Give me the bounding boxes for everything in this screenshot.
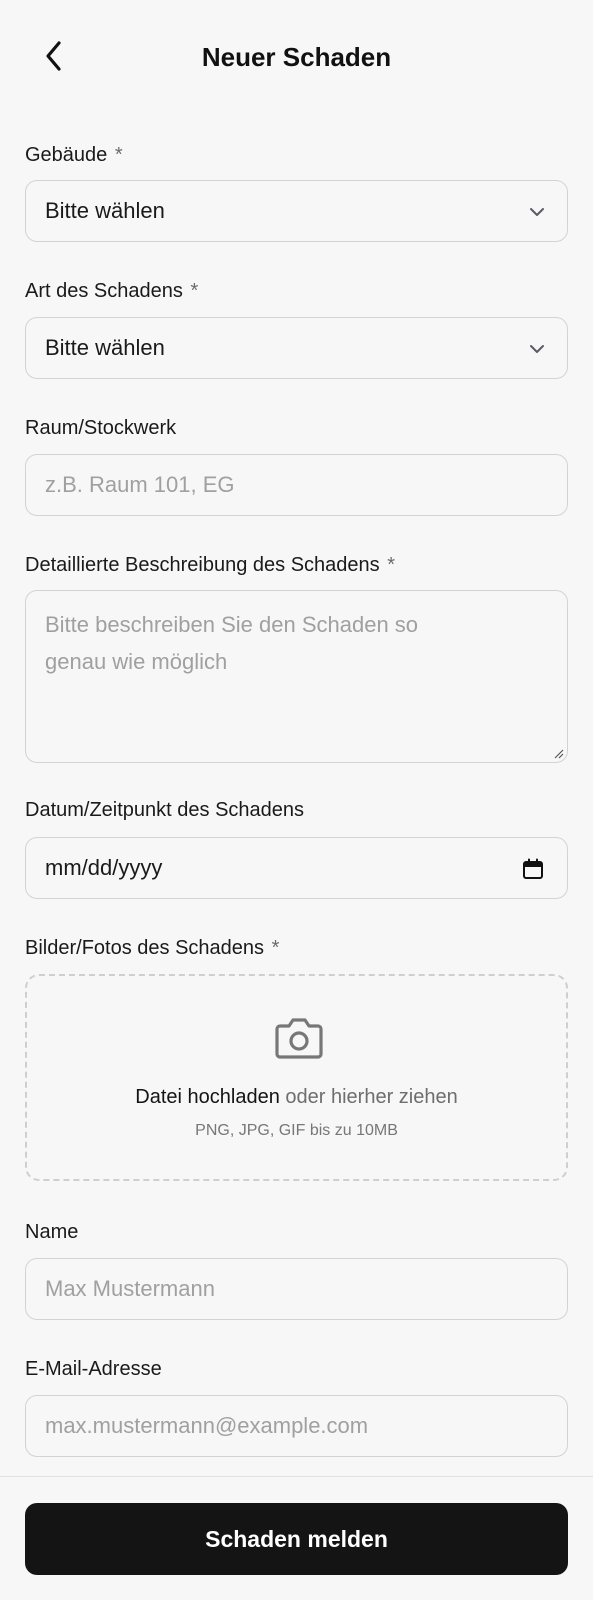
damage-type-select-value: Bitte wählen [45, 335, 165, 360]
required-marker: * [387, 554, 396, 576]
description-textarea[interactable]: Bitte beschreiben Sie den Schaden so gen… [25, 590, 568, 763]
footer: Schaden melden [0, 1476, 593, 1600]
required-marker: * [271, 937, 280, 959]
upload-file-link[interactable]: Datei hochladen [135, 1086, 280, 1108]
name-input-placeholder: Max Mustermann [45, 1276, 215, 1301]
room-input[interactable]: z.B. Raum 101, EG [25, 454, 568, 516]
header: Neuer Schaden [0, 0, 593, 116]
email-input-placeholder: max.mustermann@example.com [45, 1413, 369, 1438]
room-label: Raum/Stockwerk [25, 417, 176, 440]
new-damage-page: Neuer Schaden Gebäude * Bitte wählen Art… [0, 0, 593, 1600]
date-input-value: mm/dd/yyyy [45, 855, 163, 880]
building-label-text: Gebäude [25, 144, 108, 166]
photo-dropzone[interactable]: Datei hochladen oder hierher ziehen PNG,… [25, 974, 568, 1181]
description-placeholder-line1: Bitte beschreiben Sie den Schaden so [45, 612, 419, 637]
description-label: Detaillierte Beschreibung des Schadens * [25, 554, 395, 577]
description-placeholder-line2: genau wie möglich [45, 649, 228, 674]
upload-instructions: Datei hochladen oder hierher ziehen [27, 1086, 566, 1109]
description-label-text: Detaillierte Beschreibung des Schadens [25, 554, 380, 576]
date-label-text: Datum/Zeitpunkt des Schadens [25, 799, 305, 821]
name-label: Name [25, 1221, 78, 1244]
room-label-text: Raum/Stockwerk [25, 417, 177, 439]
email-input[interactable]: max.mustermann@example.com [25, 1395, 568, 1457]
required-marker: * [190, 280, 199, 302]
building-label: Gebäude * [25, 144, 123, 167]
photos-label-text: Bilder/Fotos des Schadens [25, 937, 265, 959]
building-select[interactable]: Bitte wählen [25, 180, 568, 242]
name-label-text: Name [25, 1221, 79, 1243]
name-input[interactable]: Max Mustermann [25, 1258, 568, 1320]
page-title: Neuer Schaden [201, 42, 392, 72]
room-input-placeholder: z.B. Raum 101, EG [45, 472, 235, 497]
email-label: E-Mail-Adresse [25, 1358, 162, 1381]
submit-damage-button[interactable]: Schaden melden [25, 1503, 568, 1575]
date-input[interactable]: mm/dd/yyyy [25, 837, 568, 899]
damage-type-label: Art des Schadens * [25, 280, 198, 303]
chevron-down-icon [530, 208, 544, 216]
upload-hint: PNG, JPG, GIF bis zu 10MB [195, 1122, 398, 1139]
date-label: Datum/Zeitpunkt des Schadens [25, 799, 304, 822]
chevron-down-icon [530, 345, 544, 353]
calendar-icon[interactable] [521, 857, 545, 881]
photos-label: Bilder/Fotos des Schadens * [25, 937, 279, 960]
upload-drag-text: oder hierher ziehen [285, 1086, 458, 1108]
email-label-text: E-Mail-Adresse [25, 1358, 162, 1380]
required-marker: * [114, 144, 123, 166]
damage-type-label-text: Art des Schadens [25, 280, 183, 302]
building-select-value: Bitte wählen [45, 198, 165, 223]
resize-grip-icon[interactable] [552, 747, 564, 759]
damage-type-select[interactable]: Bitte wählen [25, 317, 568, 379]
camera-icon [275, 1018, 323, 1059]
